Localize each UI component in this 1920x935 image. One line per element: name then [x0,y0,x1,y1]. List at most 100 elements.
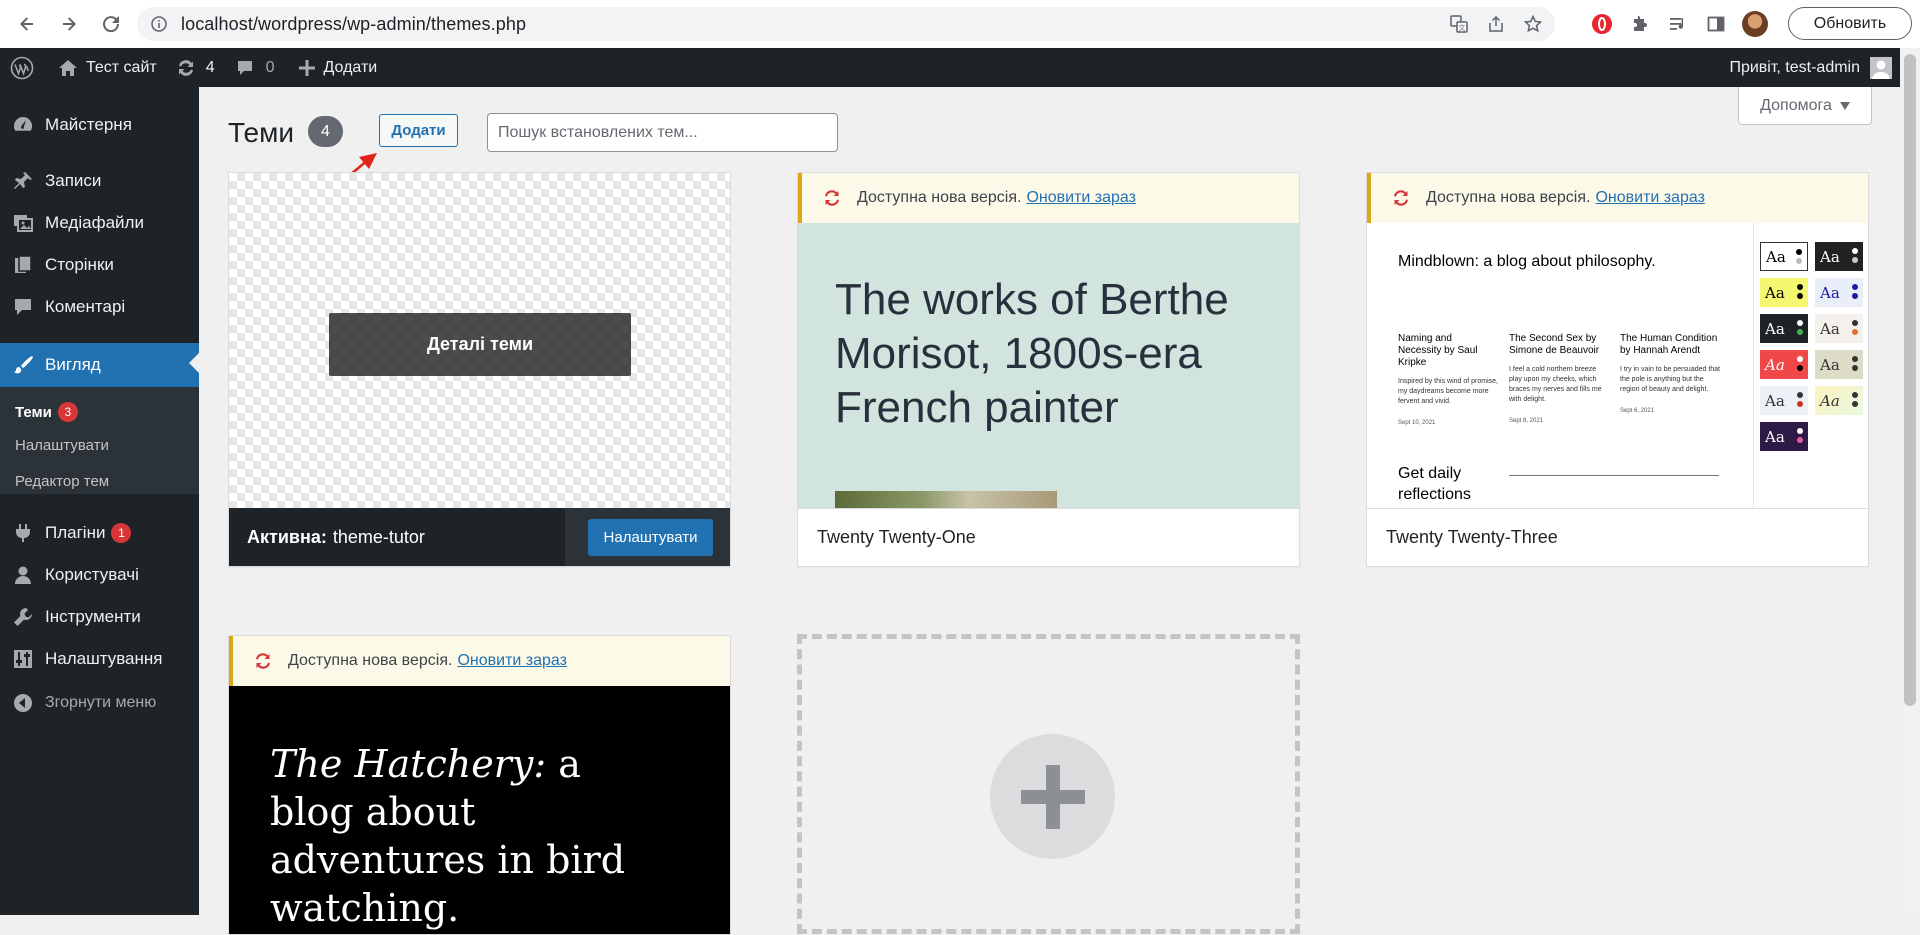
update-refresh-icon [1391,188,1411,208]
help-tab-button[interactable]: Допомога [1738,87,1872,125]
comments-link[interactable]: 0 [235,48,275,87]
sidebar-item-posts[interactable]: Записи [0,161,199,201]
scrollbar-thumb[interactable] [1904,54,1916,706]
style-swatch: Aa [1815,314,1863,343]
submenu-item-label: Налаштувати [15,437,109,454]
page-title: Теми [228,117,294,148]
theme-card-twenty-twenty-three[interactable]: Доступна нова версія. Оновити зараз Mind… [1366,172,1869,567]
style-swatch: Aa [1760,386,1808,415]
theme-card-active[interactable]: Деталі теми Активна: theme-tutor Налашту… [228,172,731,567]
sidebar-item-label: Медіафайли [45,213,144,232]
sidebar-item-label: Сторінки [45,255,114,274]
active-theme-bar: Активна: theme-tutor Налаштувати [229,508,730,566]
comments-count: 0 [265,58,275,76]
theme-screenshot[interactable]: The works of Berthe Morisot, 1800s-era F… [798,173,1299,508]
plus-icon [298,59,316,77]
theme-name: Twenty Twenty-One [798,508,1299,566]
appearance-submenu: Теми 3 Налаштувати Редактор тем [0,387,199,494]
add-plus-icon[interactable] [990,734,1115,859]
sidebar-item-label: Коментарі [45,297,126,316]
theme-details-button[interactable]: Деталі теми [329,313,631,376]
url-text: localhost/wordpress/wp-admin/themes.php [181,13,527,34]
style-swatch: Aa [1815,386,1863,415]
comment-bubble-icon [235,58,255,78]
theme-screenshot[interactable]: Деталі теми [229,173,730,508]
extensions-puzzle-icon[interactable] [1628,12,1652,36]
style-swatch: Aa [1815,350,1863,379]
greeting-text: Привіт, test-admin [1729,58,1860,76]
collapse-menu-button[interactable]: Згорнути меню [0,683,199,723]
update-now-link[interactable]: Оновити зараз [457,652,567,670]
dashboard-icon [10,112,36,138]
sidebar-item-comments[interactable]: Коментарі [0,287,199,327]
submenu-item-theme-editor[interactable]: Редактор тем [15,473,109,490]
profile-avatar[interactable] [1742,11,1768,37]
theme-card-the-hatchery[interactable]: Доступна нова версія. Оновити зараз The … [228,635,731,935]
style-swatch: Aa [1760,422,1808,451]
update-notice: Доступна нова версія. Оновити зараз [798,173,1299,223]
update-now-link[interactable]: Оновити зараз [1026,189,1136,207]
sidebar-item-tools[interactable]: Інструменти [0,597,199,637]
preview-post: Naming and Necessity by Saul Kripke Insp… [1398,333,1498,426]
sidebar-item-label: Згорнути меню [45,694,157,711]
wrench-icon [10,604,36,630]
wp-admin-bar: Тест сайт 4 0 Додати Привіт, test-admin [0,48,1900,87]
theme-screenshot[interactable]: Mindblown: a blog about philosophy. Nami… [1367,173,1868,508]
sidebar-item-label: Користувачі [45,565,139,584]
home-icon [57,57,79,79]
forward-icon[interactable] [53,8,85,40]
new-content-link[interactable]: Додати [298,48,377,87]
bookmark-star-icon[interactable] [1523,14,1543,34]
media-control-icon[interactable] [1666,12,1690,36]
themes-update-badge: 3 [57,402,78,422]
address-bar[interactable]: localhost/wordpress/wp-admin/themes.php … [137,7,1555,41]
svg-text:文: 文 [1459,23,1466,32]
add-new-theme-card[interactable] [797,634,1300,934]
sidebar-item-appearance[interactable]: Вигляд [0,343,199,387]
site-name-link[interactable]: Тест сайт [57,48,157,87]
sidebar-item-label: Записи [45,171,102,190]
sidebar-item-users[interactable]: Користувачі [0,555,199,595]
update-notice-text: Доступна нова версія. [1426,189,1591,206]
reload-icon[interactable] [95,8,127,40]
wordpress-logo-icon[interactable] [10,48,34,87]
preview-headline: The works of Berthe Morisot, 1800s-era F… [835,275,1229,432]
submenu-item-label: Теми [15,403,52,421]
sidebar-item-plugins[interactable]: Плагіни 1 [0,513,199,553]
submenu-item-themes[interactable]: Теми 3 [15,402,78,422]
style-swatch: Aa [1760,242,1808,271]
user-avatar-icon [1870,56,1892,79]
translate-icon[interactable]: 文 [1449,14,1469,34]
updates-link[interactable]: 4 [175,48,215,87]
page-scrollbar[interactable] [1900,48,1920,915]
theme-count-badge: 4 [308,116,343,147]
sidebar-item-pages[interactable]: Сторінки [0,245,199,285]
preview-headline: The Hatchery: a blog about adventures in… [270,742,626,930]
preview-post: The Second Sex by Simone de Beauvoir I f… [1509,333,1602,424]
update-notice: Доступна нова версія. Оновити зараз [229,636,730,686]
sidebar-item-label: Налаштування [45,649,163,668]
customize-button[interactable]: Налаштувати [588,519,713,556]
theme-card-twenty-twenty-one[interactable]: Доступна нова версія. Оновити зараз The … [797,172,1300,567]
sidebar-item-media[interactable]: Медіафайли [0,203,199,243]
submenu-item-label: Редактор тем [15,473,110,490]
browser-update-button[interactable]: Обновить [1788,7,1912,40]
side-panel-icon[interactable] [1704,12,1728,36]
update-notice-text: Доступна нова версія. [288,652,453,669]
caret-down-icon [1839,101,1850,110]
sidebar-item-dashboard[interactable]: Майстерня [0,105,199,145]
update-refresh-icon [822,188,842,208]
sidebar-item-settings[interactable]: Налаштування [0,639,199,679]
style-swatch: Aa [1760,278,1808,307]
my-account-link[interactable]: Привіт, test-admin [1729,48,1892,87]
search-installed-themes-input[interactable] [487,113,838,152]
opera-extension-icon[interactable] [1590,12,1614,36]
share-icon[interactable] [1486,14,1506,34]
add-theme-button[interactable]: Додати [379,114,458,147]
site-name: Тест сайт [86,58,157,76]
submenu-item-customize[interactable]: Налаштувати [15,437,109,454]
update-now-link[interactable]: Оновити зараз [1595,189,1705,207]
back-icon[interactable] [11,8,43,40]
update-refresh-icon [253,651,273,671]
site-info-icon[interactable] [151,16,167,32]
